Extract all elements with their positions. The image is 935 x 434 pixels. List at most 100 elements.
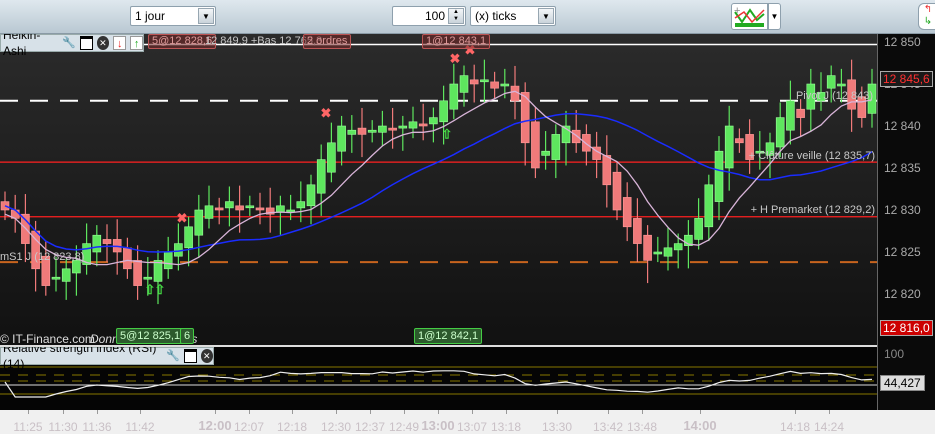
time-tick-mark — [795, 410, 796, 414]
rsi-value-label: 44,427 — [880, 375, 925, 391]
candle-body — [775, 117, 785, 148]
time-tick-label: 14:18 — [779, 420, 811, 434]
time-tick-mark — [438, 410, 439, 414]
window-icon[interactable] — [79, 36, 93, 50]
time-tick-label: 13:48 — [626, 420, 658, 434]
candle-body — [225, 201, 234, 209]
candle-body — [255, 207, 265, 211]
candle-body — [347, 129, 357, 135]
add-indicator-button[interactable]: + — [731, 3, 768, 30]
order-tag[interactable]: 1@12 843,1 — [422, 34, 491, 49]
buy-signal-icon: ⇧ — [442, 127, 453, 142]
copyright: © IT-Finance.com — [0, 332, 95, 345]
sell-signal-icon: ✖ — [321, 106, 332, 121]
tick-unit-select[interactable]: (x) ticks ▼ — [470, 6, 556, 26]
price-chart[interactable]: ✖ ✖ ✖ ✖ ⇧ ⇧ ⇧ Heikin-Ashi 🔧 ✕ ↓ ↑ 5@12 828,6 1… — [0, 34, 877, 345]
wrench-icon[interactable]: 🔧 — [62, 36, 76, 50]
candle-body — [714, 150, 724, 202]
candle-body — [123, 247, 132, 270]
window-icon[interactable] — [183, 349, 197, 363]
time-tick-mark — [336, 410, 337, 414]
time-tick-mark — [215, 410, 216, 414]
close-icon[interactable]: ✕ — [96, 36, 110, 50]
time-tick-mark — [249, 410, 250, 414]
time-axis[interactable]: 11:25 11:30 11:36 11:42 12:00 12:07 12:18 12:30… — [0, 410, 935, 434]
time-tick-mark — [506, 410, 507, 414]
price-axis[interactable]: 12 85012 84512 84012 83512 83012 82512 8… — [877, 34, 935, 410]
candle-body — [153, 260, 163, 282]
candle-body — [439, 100, 448, 123]
wrench-icon[interactable]: 🔧 — [166, 349, 180, 363]
candle-body — [612, 171, 622, 211]
chart-legend: Heikin-Ashi 🔧 ✕ ↓ ↑ — [0, 34, 144, 58]
candle-body — [694, 218, 703, 240]
candle-body — [826, 75, 836, 89]
candle-body — [194, 209, 204, 236]
candle-body — [92, 234, 102, 253]
period-select[interactable]: 1 jour ▼ — [130, 6, 216, 26]
time-tick-mark — [472, 410, 473, 414]
candle-body — [582, 134, 591, 152]
time-tick-label: 13:07 — [456, 420, 488, 434]
candle-body — [184, 226, 193, 249]
price-tick-label: 12 835 — [884, 161, 921, 175]
time-tick-label: 12:49 — [388, 420, 420, 434]
tick-count-stepper[interactable]: 100 ▲ ▼ — [392, 6, 466, 26]
candlestick-plot: ✖✖✖✖⇧ ⇧⇧ — [0, 43, 877, 305]
candle-body — [796, 108, 805, 118]
time-tick-mark — [140, 410, 141, 414]
sync-arrows-button[interactable]: ↰ ↳ — [918, 3, 935, 30]
time-tick-mark — [829, 410, 830, 414]
candle-body — [541, 150, 550, 156]
time-tick-label: 13:42 — [592, 420, 624, 434]
time-tick-label: 11:25 — [13, 420, 43, 434]
time-tick-mark — [63, 410, 64, 414]
fill-tag[interactable]: 5@12 825,1 — [116, 328, 185, 344]
fill-tag[interactable]: 1@12 842,1 — [414, 328, 483, 344]
ma-slow-line — [4, 113, 873, 253]
candle-body — [306, 184, 316, 207]
candle-body — [633, 218, 642, 244]
rsi-axis-label: 100 — [884, 347, 905, 361]
candle-body — [551, 134, 561, 160]
candle-body — [704, 184, 714, 228]
candle-body — [653, 251, 663, 255]
order-tag[interactable]: 2 ordres — [303, 34, 352, 49]
indicator-menu-button[interactable]: ▼ — [768, 3, 781, 30]
move-down-icon[interactable]: ↓ — [113, 36, 127, 50]
fill-tag[interactable]: 6 — [180, 328, 195, 344]
candle-body — [469, 79, 479, 85]
time-tick-mark — [28, 410, 29, 414]
candle-body — [643, 234, 652, 261]
candle-body — [61, 268, 71, 282]
level-label-close: + Clôture veille (12 835,7) — [748, 150, 875, 162]
close-icon[interactable]: ✕ — [200, 349, 213, 363]
time-tick-label: 12:30 — [320, 420, 352, 434]
level-label-ms1: mS1 J (12 823,8) — [0, 251, 85, 263]
candle-body — [673, 243, 683, 251]
price-tick-label: 12 850 — [884, 35, 921, 49]
candle-body — [418, 123, 428, 127]
svg-text:+: + — [734, 5, 740, 17]
time-tick-label: 13:00 — [421, 418, 455, 433]
stepper-arrows-icon[interactable]: ▲ ▼ — [448, 8, 464, 24]
time-tick-mark — [292, 410, 293, 414]
candle-body — [245, 205, 255, 209]
candle-body — [378, 125, 387, 133]
time-tick-mark — [370, 410, 371, 414]
candle-body — [388, 127, 397, 131]
move-up-icon[interactable]: ↑ — [130, 36, 143, 50]
candle-body — [163, 251, 173, 270]
time-tick-label: 12:18 — [276, 420, 308, 434]
chevron-down-icon: ▼ — [198, 8, 214, 24]
candle-body — [408, 121, 418, 129]
candle-body — [143, 276, 153, 280]
sell-signal-icon: ✖ — [177, 211, 188, 226]
time-tick-label: 12:07 — [233, 420, 265, 434]
rsi-panel[interactable]: Relative strength index (RSI) (14) 🔧 ✕ — [0, 347, 877, 410]
candle-body — [235, 205, 244, 211]
candle-body — [622, 197, 632, 228]
price-tick-label: 12 840 — [884, 119, 921, 133]
buy-signal-icon: ⇧ — [155, 282, 166, 297]
time-tick-label: 14:24 — [813, 420, 845, 434]
